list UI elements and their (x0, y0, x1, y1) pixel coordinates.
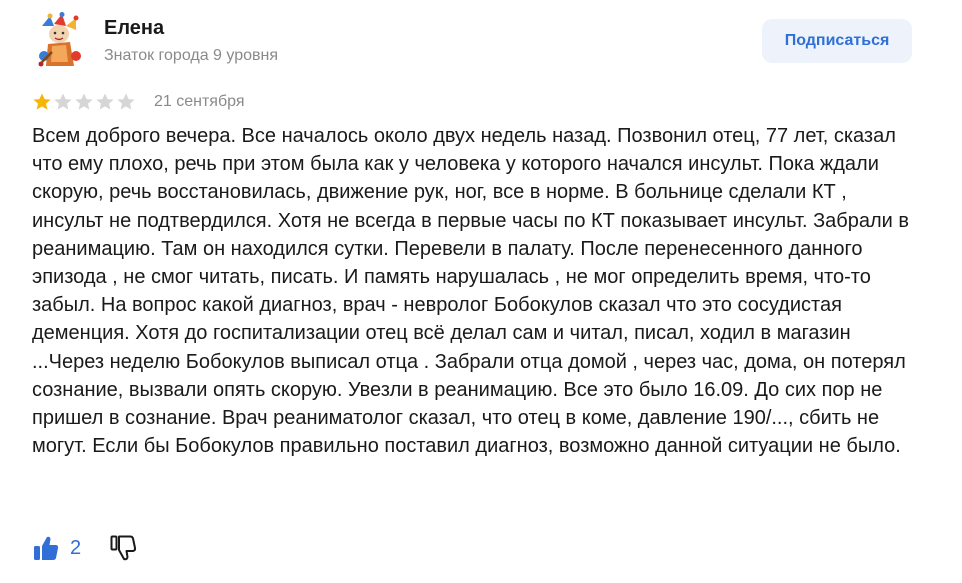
avatar[interactable] (32, 12, 90, 70)
star-empty-icon (54, 93, 72, 110)
author-name[interactable]: Елена (104, 14, 278, 42)
subscribe-button[interactable]: Подписаться (762, 19, 912, 63)
star-empty-icon (75, 93, 93, 110)
review-header: Елена Знаток города 9 уровня Подписаться (32, 12, 912, 76)
dislike-button[interactable] (109, 534, 137, 562)
review-text: Всем доброго вечера. Все началось около … (32, 125, 909, 458)
star-empty-icon (96, 93, 114, 110)
review-meta: 21 сентября (32, 90, 245, 114)
like-count: 2 (70, 536, 82, 559)
thumbs-down-icon (110, 535, 137, 561)
author-info: Елена Знаток города 9 уровня (104, 14, 278, 68)
review-actions: 2 (32, 532, 137, 564)
like-button[interactable]: 2 (32, 534, 81, 562)
rating-stars (32, 92, 136, 112)
review-date: 21 сентября (154, 93, 245, 110)
author-level: Знаток города 9 уровня (104, 47, 279, 64)
star-empty-icon (117, 93, 135, 110)
thumbs-up-icon (34, 536, 59, 560)
star-filled-icon (33, 93, 51, 110)
